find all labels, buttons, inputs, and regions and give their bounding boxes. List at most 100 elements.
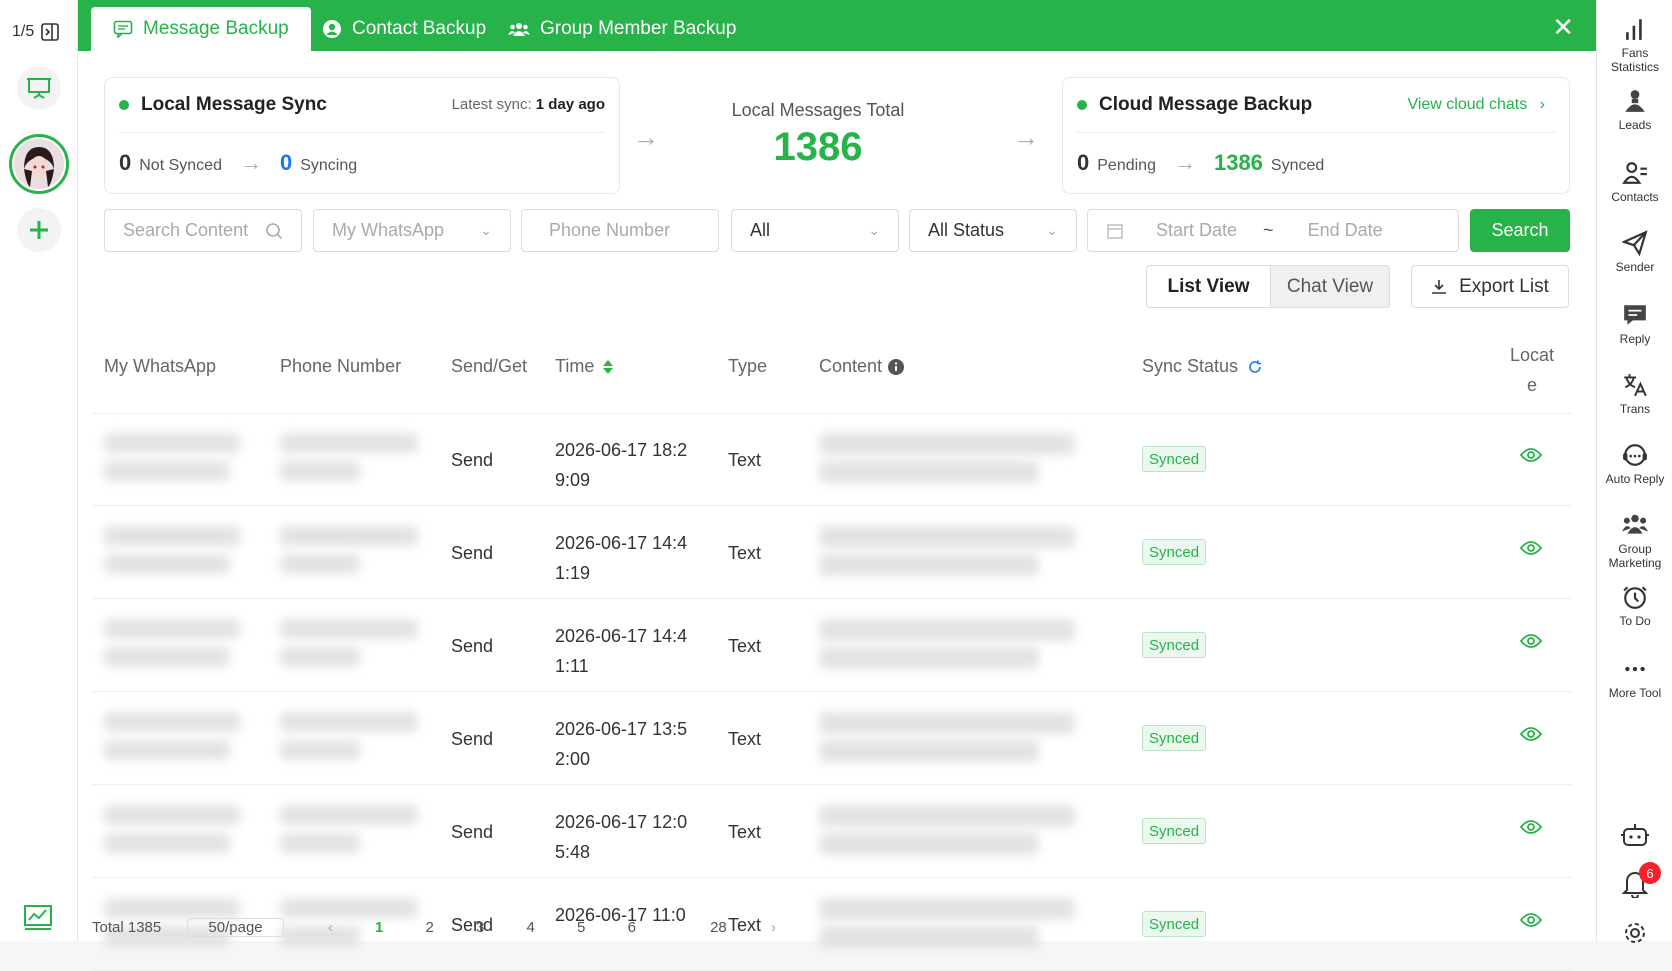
not-synced-label: Not Synced [139, 157, 222, 174]
bot-icon[interactable] [1621, 822, 1649, 853]
divider [119, 132, 605, 133]
table-row[interactable]: Send 2026-06-17 14:4 1:11 Text Synced [92, 599, 1572, 692]
blurred-whatsapp [104, 461, 230, 481]
search-content-input[interactable]: Search Content [104, 209, 302, 252]
page-size-select[interactable]: 50/page [187, 918, 284, 937]
send-get-cell: Send [451, 543, 494, 563]
eye-icon[interactable] [1520, 912, 1542, 928]
page-6[interactable]: 6 [628, 919, 636, 936]
table-row[interactable]: Send 2026-06-17 13:5 2:00 Text Synced [92, 692, 1572, 785]
analytics-icon[interactable] [23, 904, 53, 937]
pagination-bar: Total 1385 50/page ‹ 1 2 3 4 5 6 28 › [92, 918, 776, 937]
bar-chart-icon [1626, 19, 1642, 40]
col-locate: Locat e [1510, 345, 1555, 395]
type-cell: Text [728, 636, 762, 656]
blurred-whatsapp [104, 712, 240, 732]
view-cloud-chats-link[interactable]: View cloud chats › [1407, 96, 1545, 114]
table-row[interactable]: Send 2026-06-17 18:2 9:09 Text Synced [92, 413, 1572, 506]
col-send-get: Send/Get [451, 356, 528, 376]
table-row[interactable]: Send 2026-06-17 14:4 1:19 Text Synced [92, 506, 1572, 599]
clock-icon [1623, 586, 1647, 609]
right-rail-item-reply[interactable]: Reply [1597, 302, 1672, 346]
syncing-label: Syncing [300, 157, 358, 174]
tab-contact-backup[interactable]: Contact Backup [300, 7, 508, 51]
eye-icon[interactable] [1520, 447, 1542, 463]
table-header: My WhatsApp Phone Number Send/Get Time T… [92, 330, 1572, 414]
tab-group-member-backup[interactable]: Group Member Backup [486, 7, 758, 51]
page-4[interactable]: 4 [527, 919, 535, 936]
add-account-button[interactable] [17, 208, 61, 252]
right-rail-item-more-tool[interactable]: More Tool [1597, 656, 1672, 700]
table-row[interactable]: Send 2026-06-17 12:0 5:48 Text Synced [92, 785, 1572, 878]
col-time[interactable]: Time [555, 356, 614, 377]
page-counter[interactable]: 1/5 [12, 22, 60, 42]
eye-icon[interactable] [1520, 726, 1542, 742]
refresh-icon[interactable] [1248, 360, 1262, 374]
list-view-button[interactable]: List View [1146, 265, 1270, 308]
tab-label: Contact Backup [352, 18, 487, 39]
download-icon [1432, 279, 1447, 294]
tab-label: Group Member Backup [540, 18, 737, 39]
cloud-counts: 0 Pending → 1386 Synced [1077, 150, 1324, 176]
blurred-whatsapp [104, 833, 230, 853]
page-5[interactable]: 5 [577, 919, 585, 936]
total-value: 1386 [773, 125, 863, 169]
blurred-content [819, 926, 1039, 948]
presentation-icon[interactable] [17, 66, 61, 110]
chat-view-button[interactable]: Chat View [1270, 265, 1390, 308]
date-range-picker[interactable]: Start Date ~ End Date [1087, 209, 1459, 252]
right-rail-item-group[interactable]: Group Marketing [1597, 512, 1672, 570]
avatar[interactable] [9, 134, 69, 194]
chat-bubble-icon [113, 20, 133, 38]
status-select[interactable]: All Status ⌄ [909, 209, 1077, 252]
type-cell: Text [728, 543, 762, 563]
right-rail-item-leads[interactable]: Leads [1597, 88, 1672, 132]
headset-icon [1623, 444, 1647, 466]
group-icon [1622, 514, 1648, 534]
page-28[interactable]: 28 [710, 919, 727, 936]
messages-total: Local Messages Total 1386 [698, 100, 938, 170]
blurred-phone [280, 433, 418, 453]
next-page-button[interactable]: › [771, 919, 776, 936]
blurred-phone [280, 526, 418, 546]
paper-plane-icon [1622, 230, 1648, 256]
eye-icon[interactable] [1520, 540, 1542, 556]
right-rail-item-sender[interactable]: Sender [1597, 230, 1672, 274]
pending-count: 0 [1077, 150, 1090, 175]
sync-counts: 0 Not Synced → 0 Syncing [119, 150, 357, 176]
search-button[interactable]: Search [1470, 209, 1570, 252]
chevron-down-icon: ⌄ [868, 222, 880, 238]
translate-icon [1624, 374, 1647, 397]
settings-icon[interactable] [1622, 920, 1648, 951]
eye-icon[interactable] [1520, 819, 1542, 835]
export-list-button[interactable]: Export List [1411, 265, 1569, 308]
page-3[interactable]: 3 [476, 919, 484, 936]
page-2[interactable]: 2 [426, 919, 434, 936]
eye-icon[interactable] [1520, 633, 1542, 649]
right-rail-item-fans[interactable]: Fans Statistics [1597, 16, 1672, 74]
type-cell: Text [728, 729, 762, 749]
blurred-whatsapp [104, 433, 240, 453]
my-whatsapp-select[interactable]: My WhatsApp ⌄ [313, 209, 511, 252]
blurred-content [819, 833, 1039, 855]
time-cell: 2026-06-17 14:4 1:19 [555, 533, 688, 583]
total-count: Total 1385 [92, 919, 162, 936]
type-select[interactable]: All ⌄ [731, 209, 899, 252]
status-badge: Synced [1142, 446, 1207, 472]
right-rail-item-to-do[interactable]: To Do [1597, 584, 1672, 628]
local-sync-card: Local Message Sync Latest sync: 1 day ag… [104, 77, 620, 194]
prev-page-button[interactable]: ‹ [328, 919, 333, 936]
right-rail-item-auto-reply[interactable]: Auto Reply [1597, 442, 1672, 486]
page-1[interactable]: 1 [375, 919, 383, 936]
right-rail-item-trans[interactable]: Trans [1597, 372, 1672, 416]
right-rail-item-contacts[interactable]: Contacts [1597, 160, 1672, 204]
phone-number-input[interactable]: Phone Number [521, 209, 719, 252]
tab-message-backup[interactable]: Message Backup [91, 7, 311, 51]
blurred-whatsapp [104, 805, 240, 825]
blurred-whatsapp [104, 647, 230, 667]
send-get-cell: Send [451, 636, 494, 656]
synced-count: 1386 [1213, 150, 1263, 175]
close-icon[interactable]: ✕ [1552, 12, 1574, 43]
notification-bell[interactable]: 6 [1621, 862, 1661, 903]
info-icon[interactable] [888, 358, 905, 375]
